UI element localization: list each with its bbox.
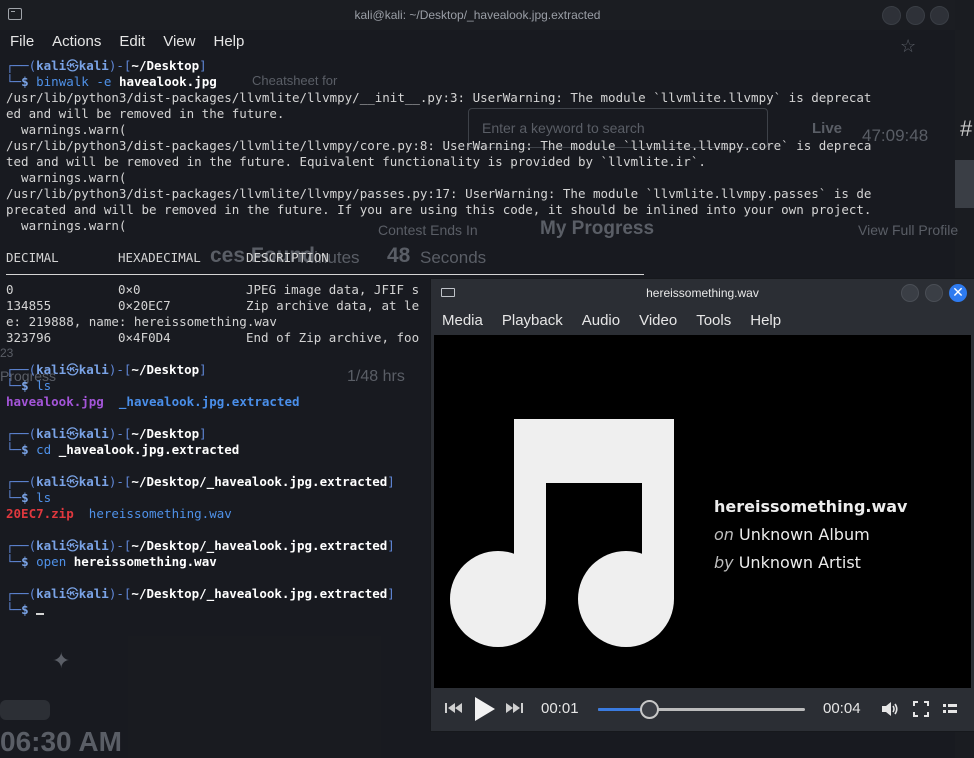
music-note-icon [450, 419, 674, 647]
vlc-window: hereissomething.wav ✕ Media Playback Aud… [431, 279, 974, 731]
background-right-tab [955, 160, 974, 208]
elapsed-time: 00:01 [541, 700, 579, 717]
vlc-maximize-button[interactable] [925, 284, 943, 302]
menu-actions[interactable]: Actions [42, 30, 109, 54]
previous-icon[interactable] [445, 701, 463, 715]
menu-help[interactable]: Help [203, 30, 252, 54]
vlc-minimize-button[interactable] [901, 284, 919, 302]
output-line: ted and will be removed in the future. E… [6, 154, 706, 169]
vlc-titlebar: hereissomething.wav ✕ [431, 279, 974, 307]
prompt-line: ┌──(kali㉿kali)-[~/Desktop] [6, 58, 207, 73]
output-line: /usr/lib/python3/dist-packages/llvmlite/… [6, 90, 872, 105]
vlc-menu-media[interactable]: Media [431, 309, 491, 333]
maximize-button[interactable] [906, 6, 925, 25]
command-line: └─$ binwalk -e havealook.jpg [6, 74, 217, 89]
track-artist: by Unknown Artist [714, 553, 861, 572]
track-album: on Unknown Album [714, 525, 870, 544]
close-icon: ✕ [952, 285, 964, 301]
output-line: warnings.warn( [6, 170, 127, 185]
vlc-controls: 00:01 00:04 [431, 688, 974, 731]
output-line: /usr/lib/python3/dist-packages/llvmlite/… [6, 186, 872, 201]
text-cursor [36, 613, 45, 615]
vlc-menu-video[interactable]: Video [628, 309, 685, 333]
terminal-title: kali@kali: ~/Desktop/_havealook.jpg.extr… [354, 8, 601, 22]
background-found-heading: 06:30 AM [0, 726, 122, 757]
close-button[interactable] [930, 6, 949, 25]
menu-view[interactable]: View [153, 30, 203, 54]
next-icon[interactable] [505, 701, 523, 715]
volume-icon[interactable] [881, 701, 899, 717]
vlc-title: hereissomething.wav [646, 286, 759, 300]
vlc-menubar: Media Playback Audio Video Tools Help [431, 309, 789, 333]
vlc-menu-playback[interactable]: Playback [491, 309, 571, 333]
playlist-icon[interactable] [943, 702, 957, 716]
minimize-button[interactable] [882, 6, 901, 25]
track-title: hereissomething.wav [714, 497, 908, 516]
vlc-menu-help[interactable]: Help [739, 309, 789, 333]
output-line: ed and will be removed in the future. [6, 106, 285, 121]
background-shape [0, 700, 50, 720]
vlc-video-area[interactable]: hereissomething.wav on Unknown Album by … [434, 335, 971, 688]
output-line: warnings.warn( [6, 218, 127, 233]
vlc-close-button[interactable]: ✕ [949, 284, 967, 302]
menu-file[interactable]: File [0, 30, 42, 54]
vlc-menu-audio[interactable]: Audio [571, 309, 628, 333]
vlc-menu-tools[interactable]: Tools [685, 309, 739, 333]
output-line: precated and will be removed in the futu… [6, 202, 872, 217]
output-line: /usr/lib/python3/dist-packages/llvmlite/… [6, 138, 872, 153]
background-sparkle-icon: ✦ [52, 648, 71, 673]
menu-edit[interactable]: Edit [109, 30, 153, 54]
output-line: warnings.warn( [6, 122, 127, 137]
table-header: DECIMAL HEXADECIMAL DESCRIPTION [6, 250, 329, 265]
fullscreen-icon[interactable] [913, 701, 929, 717]
background-hash: # [960, 116, 973, 141]
terminal-menubar: File Actions Edit View Help [0, 30, 955, 54]
total-time: 00:04 [823, 700, 861, 717]
terminal-titlebar: kali@kali: ~/Desktop/_havealook.jpg.extr… [0, 0, 955, 30]
play-icon[interactable] [473, 696, 497, 722]
seek-bar[interactable] [598, 700, 805, 719]
seek-handle[interactable] [639, 700, 659, 719]
track-info: hereissomething.wav on Unknown Album by … [714, 493, 907, 577]
